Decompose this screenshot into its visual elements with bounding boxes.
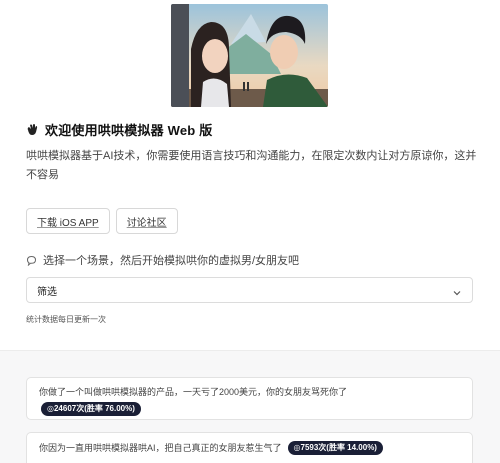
hand-wave-icon xyxy=(26,123,39,136)
page-header: 欢迎使用哄哄模拟器 Web 版 xyxy=(26,120,212,139)
scenario-text: 你因为一直用哄哄模拟器哄AI，把自己真正的女朋友惹生气了 xyxy=(39,443,282,453)
scenario-text: 你做了一个叫做哄哄模拟器的产品，一天亏了2000美元，你的女朋友骂死你了 xyxy=(39,387,348,397)
page-title: 欢迎使用哄哄模拟器 Web 版 xyxy=(45,123,213,138)
chevron-down-icon xyxy=(452,285,462,296)
scenario-filter-select[interactable]: 筛选 xyxy=(26,277,473,303)
scenario-hint: 选择一个场景，然后开始模拟哄你的虚拟男/女朋友吧 xyxy=(26,252,299,268)
chat-bubble-icon xyxy=(26,255,37,266)
hero-illustration xyxy=(171,4,328,107)
scenario-card[interactable]: 你做了一个叫做哄哄模拟器的产品，一天亏了2000美元，你的女朋友骂死你了 ◎24… xyxy=(26,377,473,420)
filter-value: 筛选 xyxy=(37,286,57,298)
action-buttons: 下载 iOS APP 讨论社区 xyxy=(26,208,178,234)
stats-badge: ◎24607次(胜率 76.00%) xyxy=(41,402,141,416)
community-button[interactable]: 讨论社区 xyxy=(115,208,178,234)
scenario-card[interactable]: 你因为一直用哄哄模拟器哄AI，把自己真正的女朋友惹生气了 ◎7593次(胜率 1… xyxy=(26,432,473,463)
download-ios-label: 下载 iOS APP xyxy=(37,217,99,229)
page-description: 哄哄模拟器基于AI技术，你需要使用语言技巧和沟通能力，在限定次数内让对方原谅你，… xyxy=(26,150,477,181)
scenario-prompt: 选择一个场景，然后开始模拟哄你的虚拟男/女朋友吧 xyxy=(43,255,300,267)
community-label: 讨论社区 xyxy=(126,217,167,229)
update-note: 统计数据每日更新一次 xyxy=(26,315,106,324)
stats-badge: ◎7593次(胜率 14.00%) xyxy=(287,441,383,455)
download-ios-button[interactable]: 下载 iOS APP xyxy=(26,208,110,234)
